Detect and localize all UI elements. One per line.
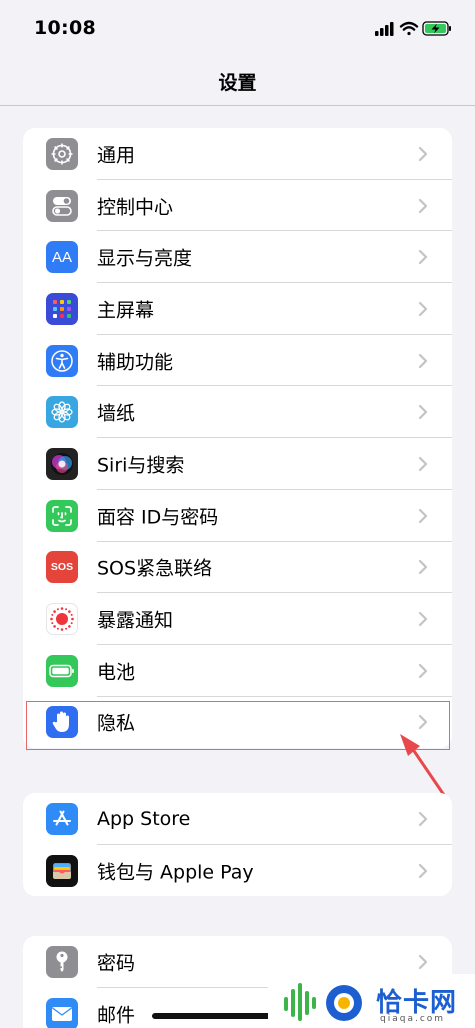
cellular-signal-icon [375, 22, 394, 36]
settings-row-exposure-notifications[interactable]: 暴露通知 [23, 593, 452, 645]
settings-row-app-store[interactable]: App Store [23, 793, 452, 845]
chevron-right-icon [418, 663, 428, 678]
chevron-right-icon [418, 863, 428, 878]
settings-row-label: 暴露通知 [97, 609, 174, 632]
hand-icon [46, 706, 78, 739]
chevron-right-icon [418, 353, 428, 368]
settings-row-label: App Store [97, 807, 191, 830]
status-icons [375, 20, 455, 38]
status-time: 10:08 [34, 17, 96, 39]
settings-row-battery[interactable]: 电池 [23, 645, 452, 697]
settings-row-label: 邮件 [97, 1004, 136, 1027]
face-id-icon [46, 499, 78, 532]
watermark: 恰卡网 qiaqa.com [268, 974, 475, 1028]
home-screen-grid-icon [46, 292, 78, 325]
settings-row-siri[interactable]: Siri与搜索 [23, 438, 452, 490]
nav-header: 设置 [0, 56, 475, 106]
app-store-icon [46, 802, 78, 835]
chevron-right-icon [418, 250, 428, 265]
key-icon [46, 945, 78, 978]
chevron-right-icon [418, 301, 428, 317]
icon-glyph: SOS [50, 561, 74, 574]
settings-row-accessibility[interactable]: 辅助功能 [23, 335, 452, 387]
settings-row-label: 主屏幕 [97, 299, 155, 322]
flower-icon [46, 396, 78, 429]
settings-row-general[interactable]: 通用 [23, 128, 452, 180]
chevron-right-icon [418, 456, 428, 472]
settings-row-emergency-sos[interactable]: SOS SOS紧急联络 [23, 542, 452, 594]
chevron-right-icon [418, 405, 428, 420]
settings-row-control-center[interactable]: 控制中心 [23, 180, 452, 232]
settings-row-label: 通用 [97, 144, 136, 167]
settings-row-label: 显示与亮度 [97, 247, 193, 270]
settings-row-label: 电池 [97, 661, 136, 684]
wallet-icon [46, 854, 78, 887]
chevron-right-icon [418, 611, 428, 627]
page-title: 设置 [218, 72, 257, 94]
settings-row-wallpaper[interactable]: 墙纸 [23, 386, 452, 439]
settings-row-label: 辅助功能 [97, 351, 174, 374]
settings-row-label: Siri与搜索 [97, 454, 185, 477]
watermark-subtext: qiaqa.com [380, 1014, 446, 1024]
exposure-notification-icon [46, 603, 78, 636]
status-bar: 10:08 [0, 0, 475, 56]
siri-icon [46, 447, 78, 480]
settings-row-label: 钱包与 Apple Pay [97, 861, 254, 884]
battery-charging-icon [422, 21, 451, 36]
settings-row-label: 墙纸 [97, 402, 136, 425]
text-size-icon: AA [46, 241, 78, 274]
battery-icon [46, 654, 78, 687]
settings-row-label: 隐私 [97, 712, 136, 735]
settings-group-system: 通用 控制中心 AA 显示与亮度 主屏幕 辅助功能 墙纸 Siri与搜索 面容 … [23, 128, 452, 749]
settings-group-store: App Store 钱包与 Apple Pay [23, 793, 452, 897]
sos-icon: SOS [46, 551, 78, 584]
accessibility-icon [46, 344, 78, 377]
chevron-right-icon [418, 508, 428, 523]
wifi-icon [399, 21, 419, 36]
settings-row-label: 面容 ID与密码 [97, 506, 219, 529]
icon-glyph: AA [51, 248, 72, 266]
settings-row-label: SOS紧急联络 [97, 557, 213, 580]
settings-row-display[interactable]: AA 显示与亮度 [23, 231, 452, 284]
gear-icon [46, 137, 78, 170]
chevron-right-icon [418, 560, 428, 575]
chevron-right-icon [418, 811, 428, 826]
settings-row-label: 密码 [97, 952, 136, 975]
chevron-right-icon [418, 146, 428, 161]
chevron-right-icon [418, 954, 428, 969]
watermark-logo-icon [284, 983, 362, 1021]
settings-row-label: 控制中心 [97, 196, 174, 219]
settings-row-wallet[interactable]: 钱包与 Apple Pay [23, 845, 452, 897]
chevron-right-icon [418, 198, 428, 213]
settings-row-home-screen[interactable]: 主屏幕 [23, 283, 452, 335]
toggle-icon [46, 189, 78, 222]
mail-icon [46, 997, 78, 1028]
settings-row-face-id[interactable]: 面容 ID与密码 [23, 490, 452, 542]
